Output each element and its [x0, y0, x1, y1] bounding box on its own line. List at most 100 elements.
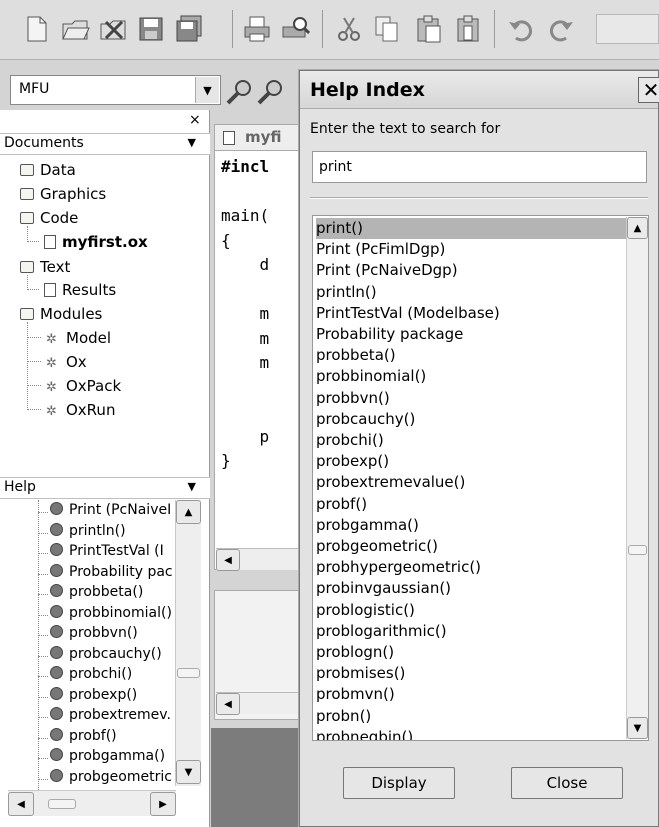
- display-button[interactable]: Display: [343, 767, 455, 799]
- help-index-list[interactable]: print() Print (PcFimlDgp) Print (PcNaiveDg…: [312, 215, 649, 741]
- editor-tab[interactable]: myfi: [214, 124, 302, 152]
- print-preview-icon[interactable]: [280, 14, 310, 44]
- scroll-down-icon[interactable]: ▼: [627, 717, 648, 739]
- mfu-dropdown[interactable]: MFU ▼: [10, 75, 221, 105]
- help-list-item[interactable]: Probability pac: [50, 563, 174, 580]
- tree-folder-data[interactable]: Data: [20, 161, 76, 179]
- scroll-up-icon[interactable]: ▲: [176, 500, 201, 524]
- help-list-item[interactable]: probchi(): [50, 666, 174, 682]
- help-index-item[interactable]: problogistic(): [316, 600, 626, 621]
- help-index-item[interactable]: probf(): [316, 494, 626, 515]
- scroll-right-icon[interactable]: ▶: [150, 792, 176, 816]
- help-list-item[interactable]: println(): [50, 522, 174, 539]
- help-list-item[interactable]: Print (PcNaiveI: [50, 502, 174, 518]
- help-list-item[interactable]: probextremev.: [50, 707, 174, 723]
- scroll-thumb[interactable]: [177, 668, 200, 678]
- help-index-item[interactable]: probbinomial(): [316, 366, 626, 387]
- tree-module-oxrun[interactable]: ✲ OxRun: [46, 401, 115, 419]
- help-index-item[interactable]: probmvn(): [316, 684, 626, 705]
- help-index-item[interactable]: Probability package: [316, 324, 626, 345]
- scroll-thumb[interactable]: [628, 545, 647, 555]
- chevron-down-icon[interactable]: ▼: [188, 480, 196, 493]
- help-list-item[interactable]: probbvn(): [50, 625, 174, 641]
- output-hscrollbar[interactable]: ◀: [216, 692, 300, 715]
- help-list-item[interactable]: probbinomial(): [50, 604, 174, 621]
- tree-module-oxpack[interactable]: ✲ OxPack: [46, 377, 121, 395]
- scroll-left-icon[interactable]: ◀: [8, 792, 34, 816]
- help-index-item[interactable]: probbvn(): [316, 388, 626, 409]
- paste-special-icon[interactable]: [454, 14, 484, 44]
- help-list-scrollbar[interactable]: ▲ ▼: [175, 500, 201, 786]
- help-header-label: Help: [4, 479, 36, 495]
- help-list-item[interactable]: PrintTestVal (I: [50, 543, 174, 559]
- help-index-item[interactable]: probextremevalue(): [316, 472, 626, 493]
- help-list-item[interactable]: probbeta(): [50, 584, 174, 600]
- help-index-item[interactable]: probinvgaussian(): [316, 578, 626, 599]
- editor-hscrollbar[interactable]: ◀: [216, 548, 300, 571]
- help-index-item[interactable]: probgeometric(): [316, 536, 626, 557]
- tree-item-label: Graphics: [40, 185, 107, 203]
- tree-folder-code[interactable]: Code: [20, 209, 78, 227]
- documents-header[interactable]: Documents ▼: [0, 133, 210, 155]
- code-line: p: [221, 426, 270, 446]
- help-index-item[interactable]: PrintTestVal (Modelbase): [316, 303, 626, 324]
- help-index-item[interactable]: problogarithmic(): [316, 621, 626, 642]
- tree-folder-modules[interactable]: Modules: [20, 305, 102, 323]
- search-input[interactable]: [312, 151, 647, 183]
- save-icon[interactable]: [136, 14, 166, 44]
- paste-icon[interactable]: [414, 14, 444, 44]
- help-index-item[interactable]: probgamma(): [316, 515, 626, 536]
- help-list-item[interactable]: probgeometric: [50, 768, 174, 785]
- help-index-item[interactable]: probhypergeometric(): [316, 557, 626, 578]
- print-icon[interactable]: [242, 14, 272, 44]
- scroll-up-icon[interactable]: ▲: [627, 217, 648, 239]
- redo-icon[interactable]: [546, 14, 576, 44]
- help-index-item[interactable]: Print (PcNaiveDgp): [316, 260, 626, 281]
- open-recent-icon[interactable]: [98, 14, 128, 44]
- tree-doc-results[interactable]: Results: [44, 281, 116, 299]
- new-file-icon[interactable]: [22, 14, 52, 44]
- tree-folder-text[interactable]: Text: [20, 258, 70, 276]
- help-list-item[interactable]: probf(): [50, 727, 174, 744]
- scroll-left-icon[interactable]: ◀: [216, 693, 240, 715]
- help-index-item[interactable]: probexp(): [316, 451, 626, 472]
- close-button[interactable]: Close: [511, 767, 623, 799]
- help-index-item-selected[interactable]: print(): [316, 218, 626, 239]
- tree-module-ox[interactable]: ✲ Ox: [46, 353, 87, 371]
- help-index-item[interactable]: println(): [316, 282, 626, 303]
- save-all-icon[interactable]: [174, 14, 204, 44]
- help-list-item[interactable]: probgamma(): [50, 748, 174, 764]
- cut-icon[interactable]: [334, 14, 364, 44]
- tree-module-model[interactable]: ✲ Model: [46, 329, 111, 347]
- help-index-item[interactable]: Print (PcFimlDgp): [316, 239, 626, 260]
- help-list-item[interactable]: probcauchy(): [50, 645, 174, 662]
- open-file-icon[interactable]: [60, 14, 90, 44]
- help-list-hscrollbar[interactable]: ◀ ▶: [8, 790, 176, 816]
- help-index-item[interactable]: probmises(): [316, 663, 626, 684]
- help-index-item[interactable]: problogn(): [316, 642, 626, 663]
- tree-folder-graphics[interactable]: Graphics: [20, 185, 106, 203]
- chevron-down-icon[interactable]: ▼: [195, 77, 219, 103]
- help-index-item[interactable]: probchi(): [316, 430, 626, 451]
- tree-doc-myfirst[interactable]: myfirst.ox: [44, 233, 148, 251]
- dialog-titlebar[interactable]: Help Index: [300, 71, 658, 109]
- chevron-down-icon[interactable]: ▼: [188, 136, 196, 149]
- help-index-item[interactable]: probcauchy(): [316, 409, 626, 430]
- find-next-icon[interactable]: [256, 78, 284, 106]
- scroll-left-icon[interactable]: ◀: [216, 549, 240, 571]
- undo-icon[interactable]: [506, 14, 536, 44]
- help-list-item[interactable]: probexp(): [50, 686, 174, 703]
- scroll-down-icon[interactable]: ▼: [176, 760, 201, 784]
- scroll-thumb[interactable]: [48, 799, 76, 809]
- find-icon[interactable]: [225, 78, 253, 106]
- help-index-item[interactable]: probbeta(): [316, 345, 626, 366]
- help-index-item[interactable]: probn(): [316, 706, 626, 727]
- code-editor[interactable]: #incl main({ d m m m p}: [214, 150, 302, 570]
- help-index-item[interactable]: probnegbin(): [316, 727, 626, 740]
- close-icon[interactable]: ✕: [638, 77, 659, 103]
- close-icon[interactable]: ×: [189, 112, 201, 128]
- copy-icon[interactable]: [372, 14, 402, 44]
- help-header[interactable]: Help ▼: [0, 477, 210, 499]
- toolbar-field[interactable]: [596, 14, 659, 44]
- help-index-scrollbar[interactable]: ▲ ▼: [626, 217, 648, 739]
